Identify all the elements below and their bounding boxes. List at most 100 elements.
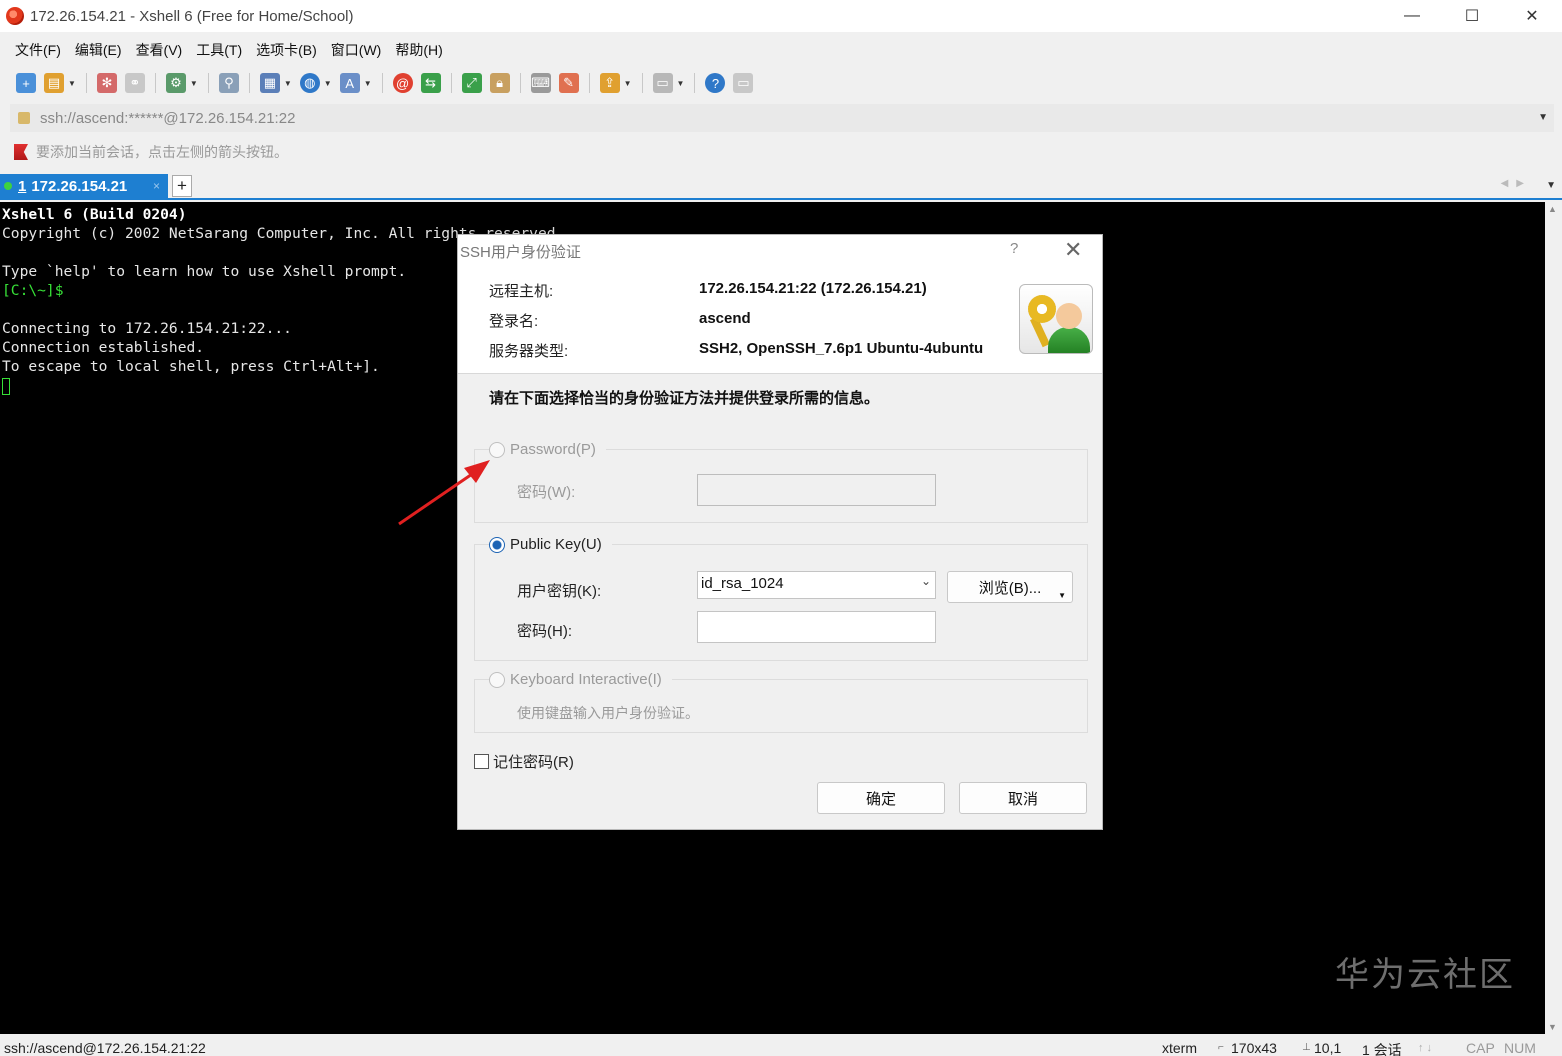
scroll-down-icon[interactable]: ▼ bbox=[1548, 1022, 1557, 1032]
toolbar-divider bbox=[248, 73, 250, 93]
dialog-instruction: 请在下面选择恰当的身份验证方法并提供登录所需的信息。 bbox=[489, 390, 880, 407]
title-bar: 172.26.154.21 - Xshell 6 (Free for Home/… bbox=[0, 0, 1562, 32]
disconnect-icon[interactable]: ⚭ bbox=[124, 73, 145, 93]
dialog-close-button[interactable]: ✕ bbox=[1064, 237, 1082, 263]
user-key-select[interactable]: id_rsa_1024 ⌄ bbox=[697, 571, 936, 599]
tab-scroll-arrows-icon[interactable]: ◀▶ bbox=[1501, 178, 1532, 189]
dialog-title: SSH用户身份验证 bbox=[460, 244, 581, 261]
radio-unchecked-icon[interactable] bbox=[489, 441, 505, 458]
tab-bar: 1 172.26.154.21 × + ◀▶ ▼ bbox=[0, 172, 1562, 200]
toolbar-divider bbox=[641, 73, 643, 93]
dialog-header: SSH用户身份验证 ? ✕ 远程主机: 172.26.154.21:22 (17… bbox=[458, 235, 1102, 374]
bookmark-flag-icon[interactable] bbox=[14, 144, 28, 160]
passphrase-input[interactable] bbox=[697, 611, 936, 643]
remote-host-label: 远程主机: bbox=[489, 283, 554, 300]
properties-icon[interactable]: ⚙ bbox=[165, 73, 186, 93]
terminal-cursor bbox=[2, 377, 10, 395]
user-key-value: id_rsa_1024 bbox=[701, 575, 784, 592]
status-sessions: 1 会话 bbox=[1362, 1042, 1402, 1056]
menu-file[interactable]: 文件(F) bbox=[8, 40, 68, 60]
login-name-label: 登录名: bbox=[489, 313, 539, 330]
compose-icon[interactable]: ▭ bbox=[652, 73, 673, 93]
xshell-logo-icon bbox=[6, 7, 24, 25]
size-icon: ⌐ bbox=[1218, 1042, 1224, 1053]
login-name-value: ascend bbox=[699, 310, 751, 327]
tab-label: 172.26.154.21 bbox=[31, 177, 128, 195]
open-folder-icon[interactable]: ▤ bbox=[44, 73, 64, 93]
xftp-icon[interactable]: ⇆ bbox=[420, 73, 441, 93]
menu-edit[interactable]: 编辑(E) bbox=[68, 40, 129, 60]
checkbox-unchecked-icon[interactable] bbox=[474, 754, 489, 769]
chat-icon[interactable]: ▭ bbox=[733, 73, 754, 93]
xshell-icon[interactable]: @ bbox=[392, 73, 413, 93]
server-type-value: SSH2, OpenSSH_7.6p1 Ubuntu-4ubuntu bbox=[699, 340, 984, 357]
chevron-down-icon[interactable]: ▼ bbox=[324, 79, 332, 88]
terminal-scrollbar[interactable]: ▲ ▼ bbox=[1545, 202, 1562, 1034]
public-key-radio[interactable]: Public Key(U) bbox=[489, 536, 612, 553]
chevron-down-icon[interactable]: ▼ bbox=[1546, 180, 1556, 191]
menu-view[interactable]: 查看(V) bbox=[129, 40, 190, 60]
highlight-icon[interactable]: ✎ bbox=[558, 73, 579, 93]
chevron-down-icon[interactable]: ⌄ bbox=[921, 574, 931, 588]
connect-icon[interactable]: ✻ bbox=[96, 73, 117, 93]
keyboard-icon[interactable]: ⌨ bbox=[530, 73, 551, 93]
chevron-down-icon[interactable]: ▼ bbox=[284, 79, 292, 88]
menu-bar: 文件(F) 编辑(E) 查看(V) 工具(T) 选项卡(B) 窗口(W) 帮助(… bbox=[0, 36, 1562, 64]
menu-help[interactable]: 帮助(H) bbox=[388, 40, 449, 60]
menu-tools[interactable]: 工具(T) bbox=[189, 40, 249, 60]
lock-icon bbox=[18, 112, 30, 124]
chevron-down-icon[interactable]: ▼ bbox=[1058, 591, 1066, 600]
address-bar[interactable]: ssh://ascend:******@172.26.154.21:22 ▼ bbox=[10, 104, 1554, 132]
scroll-up-icon[interactable]: ▲ bbox=[1548, 204, 1557, 214]
password-field-label: 密码(W): bbox=[517, 484, 576, 501]
status-num: NUM bbox=[1504, 1040, 1536, 1056]
toolbar-divider bbox=[450, 73, 452, 93]
chevron-down-icon[interactable]: ▼ bbox=[624, 79, 632, 88]
globe-icon[interactable]: ◍ bbox=[299, 73, 320, 93]
keyboard-interactive-radio[interactable]: Keyboard Interactive(I) bbox=[489, 671, 672, 688]
browse-button[interactable]: 浏览(B)... ▼ bbox=[947, 571, 1073, 603]
minimize-button[interactable]: — bbox=[1382, 0, 1442, 32]
status-bar: ssh://ascend@172.26.154.21:22 xterm ⌐ 17… bbox=[0, 1036, 1562, 1056]
session-hint-bar: 要添加当前会话，点击左侧的箭头按钮。 bbox=[14, 140, 288, 164]
chevron-down-icon[interactable]: ▼ bbox=[68, 79, 76, 88]
remember-password-label: 记住密码(R) bbox=[493, 754, 574, 771]
lock-icon[interactable]: 🔒︎ bbox=[489, 73, 510, 93]
status-cursor: 10,1 bbox=[1314, 1040, 1342, 1056]
public-key-option-label: Public Key(U) bbox=[510, 536, 602, 553]
password-option-label: Password(P) bbox=[510, 441, 596, 458]
search-icon[interactable]: ⚲ bbox=[218, 73, 239, 93]
terminal-line: Xshell 6 (Build 0204) bbox=[2, 206, 187, 223]
close-button[interactable]: ✕ bbox=[1502, 0, 1562, 32]
dialog-help-button[interactable]: ? bbox=[1010, 240, 1018, 257]
chevron-down-icon[interactable]: ▼ bbox=[364, 79, 372, 88]
toolbar-divider bbox=[694, 73, 696, 93]
remember-password-checkbox[interactable]: 记住密码(R) bbox=[474, 751, 574, 772]
radio-checked-icon[interactable] bbox=[489, 536, 505, 553]
tab-close-icon[interactable]: × bbox=[153, 179, 160, 193]
chevron-down-icon[interactable]: ▼ bbox=[677, 79, 685, 88]
font-icon[interactable]: A bbox=[339, 73, 360, 93]
layout-icon[interactable]: ▦ bbox=[259, 73, 280, 93]
menu-window[interactable]: 窗口(W) bbox=[324, 40, 389, 60]
tab-number: 1 bbox=[18, 177, 27, 195]
transfer-arrows-icon: ↑ ↓ bbox=[1418, 1042, 1433, 1054]
transfer-icon[interactable]: ⇪ bbox=[599, 73, 620, 93]
radio-unchecked-icon[interactable] bbox=[489, 671, 505, 688]
toolbar-divider bbox=[154, 73, 156, 93]
add-tab-button[interactable]: + bbox=[172, 175, 192, 197]
new-session-icon[interactable]: + bbox=[16, 73, 36, 93]
password-radio[interactable]: Password(P) bbox=[489, 441, 606, 458]
maximize-button[interactable]: ☐ bbox=[1442, 0, 1502, 32]
status-size: 170x43 bbox=[1231, 1040, 1277, 1056]
chevron-down-icon[interactable]: ▼ bbox=[1538, 112, 1548, 123]
hint-text: 要添加当前会话，点击左侧的箭头按钮。 bbox=[36, 144, 288, 160]
menu-tab[interactable]: 选项卡(B) bbox=[249, 40, 324, 60]
chevron-down-icon[interactable]: ▼ bbox=[190, 79, 198, 88]
ok-button[interactable]: 确定 bbox=[817, 782, 945, 814]
fullscreen-icon[interactable]: ⤢ bbox=[461, 73, 482, 93]
watermark: 华为云社区 bbox=[1335, 955, 1515, 995]
help-icon[interactable]: ? bbox=[705, 73, 726, 93]
tab-session[interactable]: 1 172.26.154.21 × bbox=[0, 174, 168, 198]
cancel-button[interactable]: 取消 bbox=[959, 782, 1087, 814]
